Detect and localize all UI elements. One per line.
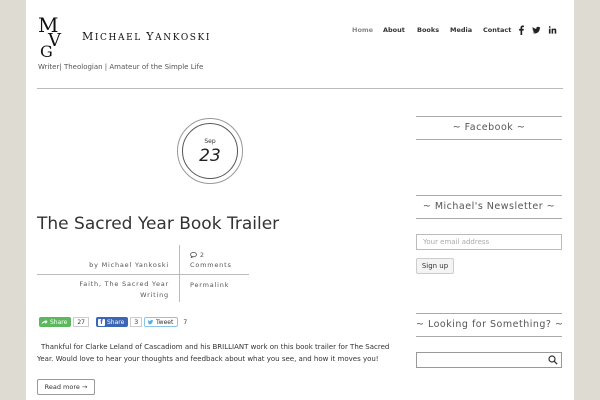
date-badge-inner: Sep 23 <box>182 123 238 179</box>
facebook-icon[interactable] <box>517 25 526 35</box>
post-categories-line1[interactable]: Faith, The Sacred Year <box>79 280 169 288</box>
tweet-label: Tweet <box>156 318 174 326</box>
search-box <box>416 352 562 368</box>
site-name-last-rest: ANKOSKI <box>155 33 212 43</box>
share-label: Share <box>50 318 68 326</box>
site-name-first-rest: ICHAEL <box>94 33 142 43</box>
mvg-logo[interactable]: M V G <box>38 14 72 58</box>
share-count: 27 <box>73 317 89 327</box>
byline-prefix: by <box>89 261 99 269</box>
newsletter-signup-button[interactable]: Sign up <box>416 258 454 274</box>
site-name[interactable]: MICHAEL YANKOSKI <box>82 30 211 43</box>
newsletter-widget-title: ~ Michael's Newsletter ~ <box>416 195 562 219</box>
comments-label[interactable]: Comments <box>190 261 232 269</box>
tagline: Writer| Theologian | Amateur of the Simp… <box>38 63 204 71</box>
facebook-f-icon: f <box>98 318 105 326</box>
facebook-share-label: Share <box>107 318 125 326</box>
facebook-share-widget: f Share 3 <box>96 317 143 327</box>
tweet-count: 7 <box>180 317 191 327</box>
post-title[interactable]: The Sacred Year Book Trailer <box>37 214 279 234</box>
post-byline: by Michael Yankoski <box>89 261 169 269</box>
site-name-initial-y: Y <box>146 30 156 43</box>
tweet-bird-icon <box>147 319 154 325</box>
date-day: 23 <box>199 146 221 166</box>
search-widget-title: ~ Looking for Something? ~ <box>416 313 563 337</box>
comments-count: 2 <box>199 251 205 259</box>
share-button[interactable]: Share <box>39 317 72 327</box>
meta-horizontal-divider <box>37 274 249 275</box>
post-excerpt: Thankful for Clarke Leland of Cascadiom … <box>37 341 407 365</box>
read-more-button[interactable]: Read more → <box>37 379 95 395</box>
svg-text:G: G <box>40 42 53 58</box>
newsletter-email-input[interactable] <box>416 234 562 250</box>
comment-icon <box>190 251 197 259</box>
post-author-link[interactable]: Michael Yankoski <box>102 261 169 269</box>
share-arrow-icon <box>41 319 48 325</box>
post-categories-line2[interactable]: Writing <box>140 291 169 299</box>
date-badge: Sep 23 <box>177 118 243 184</box>
site-name-initial-m: M <box>82 30 95 43</box>
nav-books[interactable]: Books <box>417 26 439 34</box>
comments-link[interactable]: 2 <box>190 251 205 259</box>
excerpt-line-2: Year. Would love to hear your thoughts a… <box>37 355 379 363</box>
twitter-icon[interactable] <box>532 25 541 35</box>
facebook-share-button[interactable]: f Share <box>96 317 129 327</box>
linkedin-icon[interactable] <box>548 25 557 35</box>
permalink-link[interactable]: Permalink <box>190 281 229 289</box>
facebook-widget-title: ~ Facebook ~ <box>416 116 562 140</box>
page: M V G MICHAEL YANKOSKI Writer| Theologia… <box>26 0 574 400</box>
facebook-share-count: 3 <box>130 317 143 327</box>
date-month: Sep <box>204 138 216 145</box>
excerpt-line-1: Thankful for Clarke Leland of Cascadiom … <box>41 343 390 351</box>
header-divider <box>37 88 563 89</box>
tweet-widget: Tweet 7 <box>144 317 191 327</box>
tweet-button[interactable]: Tweet <box>144 317 179 327</box>
search-icon[interactable] <box>548 355 558 365</box>
search-input[interactable] <box>417 353 545 367</box>
nav-about[interactable]: About <box>383 26 405 34</box>
share-widget: Share 27 <box>39 317 89 327</box>
nav-contact[interactable]: Contact <box>483 26 511 34</box>
nav-media[interactable]: Media <box>450 26 472 34</box>
nav-home[interactable]: Home <box>352 26 373 34</box>
